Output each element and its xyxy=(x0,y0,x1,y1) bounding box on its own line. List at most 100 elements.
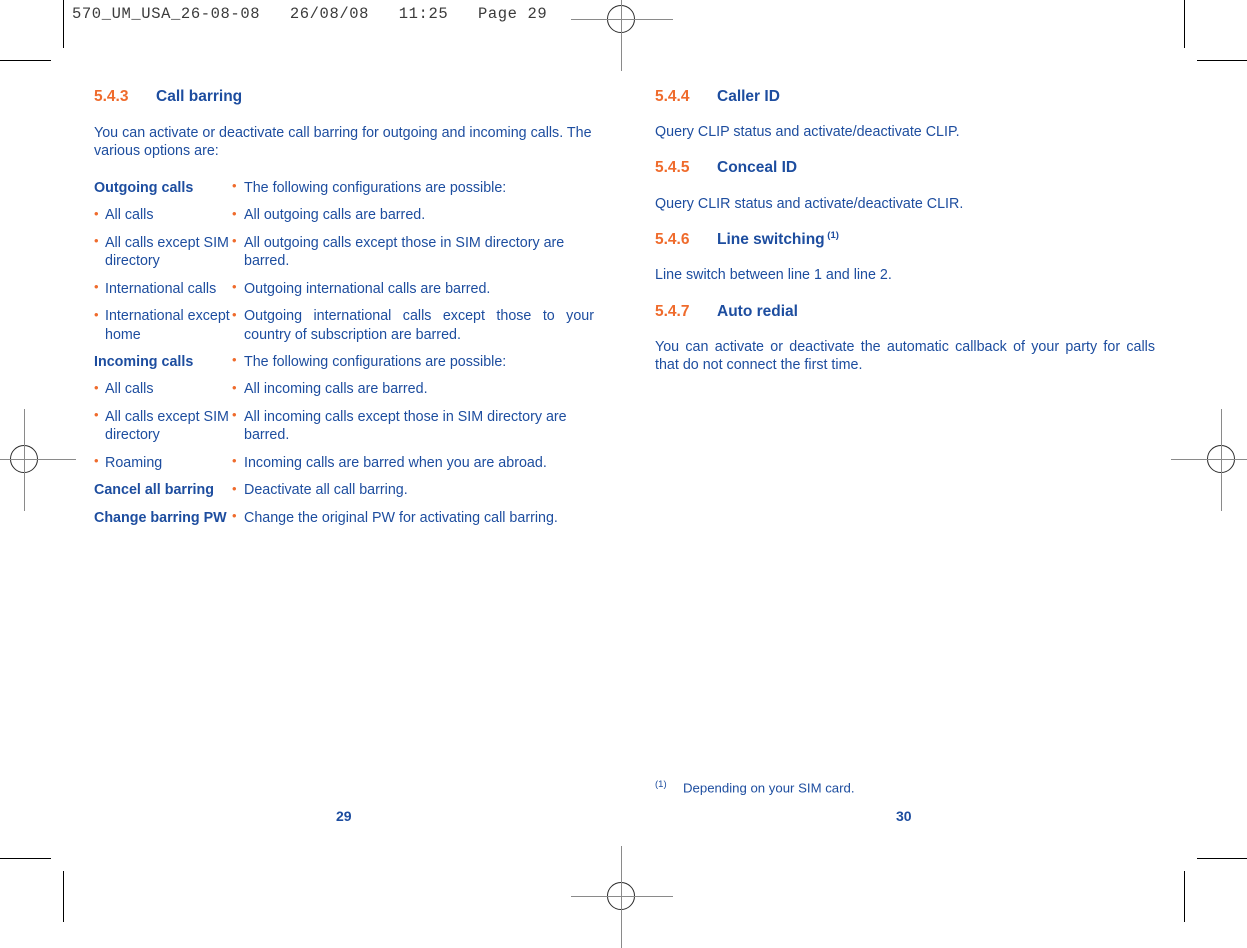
call-barring-intro: You can activate or deactivate call barr… xyxy=(94,125,592,160)
option-term-cell: All calls xyxy=(94,206,232,233)
section-body: Query CLIR status and activate/deactivat… xyxy=(655,195,964,212)
option-row: All calls except SIM directoryAll incomi… xyxy=(94,407,594,454)
section-title: Conceal ID xyxy=(717,159,798,177)
option-description-cell: All incoming calls except those in SIM d… xyxy=(232,407,594,454)
option-term: All calls except SIM directory xyxy=(94,233,232,271)
call-barring-options-body: Outgoing calls The following configuratio… xyxy=(94,178,594,536)
crop-mark-bottom-right-horizontal xyxy=(1197,858,1247,859)
crop-mark-top-left-vertical xyxy=(63,0,64,48)
registration-mark-top xyxy=(571,0,673,71)
option-description: All incoming calls except those in SIM d… xyxy=(232,407,594,445)
registration-mark-right xyxy=(1171,409,1247,511)
section-number: 5.4.7 xyxy=(655,302,690,320)
section-title: Line switching xyxy=(717,231,825,249)
option-term-cell: All calls xyxy=(94,380,232,407)
section-heading-5-4-4: 5.4.4 Caller ID xyxy=(655,88,1215,105)
registration-crosshair-vertical xyxy=(621,0,622,71)
option-term-cell: Cancel all barring xyxy=(94,481,232,508)
option-row: RoamingIncoming calls are barred when yo… xyxy=(94,453,594,481)
left-page: 5.4.3 Call barring You can activate or de… xyxy=(94,88,654,536)
option-description-cell: Deactivate all call barring. xyxy=(232,481,594,508)
option-term: Cancel all barring xyxy=(94,482,214,499)
option-term: Change barring PW xyxy=(94,509,227,526)
option-description: All incoming calls are barred. xyxy=(232,380,594,398)
option-description-cell: Outgoing international calls except thos… xyxy=(232,307,594,353)
option-term: International except home xyxy=(94,307,232,344)
section-number: 5.4.3 xyxy=(94,88,129,105)
option-term-cell: All calls except SIM directory xyxy=(94,407,232,454)
option-term: Incoming calls xyxy=(94,353,194,370)
option-description: Deactivate all call barring. xyxy=(232,481,594,499)
registration-crosshair-horizontal xyxy=(0,459,76,460)
section-heading-5-4-6: 5.4.6 Line switching (1) xyxy=(655,229,1215,249)
option-term: Roaming xyxy=(94,453,232,472)
option-row: International except homeOutgoing intern… xyxy=(94,307,594,353)
registration-mark-left xyxy=(0,409,76,511)
section-heading-5-4-5: 5.4.5 Conceal ID xyxy=(655,159,1215,176)
registration-crosshair-horizontal xyxy=(1171,459,1247,460)
section-body: You can activate or deactivate the autom… xyxy=(655,338,1155,374)
option-description-cell: Change the original PW for activating ca… xyxy=(232,508,594,536)
crop-mark-top-left-horizontal xyxy=(0,60,51,61)
option-description: Outgoing international calls except thos… xyxy=(232,307,594,344)
section-number: 5.4.6 xyxy=(655,231,690,249)
folio-left-page: 29 xyxy=(336,808,352,824)
option-term: Outgoing calls xyxy=(94,179,194,196)
section-heading-5-4-7: 5.4.7 Auto redial xyxy=(655,303,1215,320)
registration-crosshair-horizontal xyxy=(571,19,673,20)
section-number: 5.4.5 xyxy=(655,159,690,177)
printer-slug-line: 570_UM_USA_26-08-08 26/08/08 11:25 Page … xyxy=(72,5,548,23)
registration-crosshair-vertical xyxy=(1221,409,1222,511)
option-row: Incoming calls The following configuratio… xyxy=(94,352,594,380)
option-description-cell: All outgoing calls are barred. xyxy=(232,206,594,233)
option-row: Change barring PW Change the original PW … xyxy=(94,508,594,536)
footnote-text: Depending on your SIM card. xyxy=(683,780,855,796)
option-description: Outgoing international calls are barred. xyxy=(232,279,594,298)
section-number: 5.4.4 xyxy=(655,88,690,105)
option-row: All callsAll incoming calls are barred. xyxy=(94,380,594,407)
right-page: 5.4.4 Caller ID Query CLIP status and acti… xyxy=(655,88,1215,393)
crop-mark-bottom-left-vertical xyxy=(63,871,64,922)
option-description-cell: The following configurations are possibl… xyxy=(232,352,594,380)
section-title: Call barring xyxy=(156,88,243,105)
crop-mark-top-right-horizontal xyxy=(1197,60,1247,61)
option-term-cell: Change barring PW xyxy=(94,509,232,536)
option-term-cell: Incoming calls xyxy=(94,353,232,380)
option-row: All callsAll outgoing calls are barred. xyxy=(94,206,594,233)
section-body: Query CLIP status and activate/deactivat… xyxy=(655,124,960,141)
option-description: All outgoing calls are barred. xyxy=(232,206,594,224)
option-row: Outgoing calls The following configuratio… xyxy=(94,178,594,206)
option-term: International calls xyxy=(94,279,232,298)
registration-mark-bottom xyxy=(571,846,673,948)
option-term-cell: Roaming xyxy=(94,453,232,481)
option-description: Change the original PW for activating ca… xyxy=(232,508,594,527)
section-title: Auto redial xyxy=(717,302,798,320)
registration-crosshair-horizontal xyxy=(571,896,673,897)
option-term: All calls except SIM directory xyxy=(94,407,232,445)
folio-right-page: 30 xyxy=(896,808,912,824)
option-description-cell: Outgoing international calls are barred. xyxy=(232,279,594,307)
registration-crosshair-vertical xyxy=(24,409,25,511)
registration-crosshair-vertical xyxy=(621,846,622,948)
footnote-marker: (1) xyxy=(655,779,667,790)
option-description: All outgoing calls except those in SIM d… xyxy=(232,233,594,271)
option-description-cell: Incoming calls are barred when you are a… xyxy=(232,453,594,481)
option-description-cell: All incoming calls are barred. xyxy=(232,380,594,407)
option-description-cell: All outgoing calls except those in SIM d… xyxy=(232,233,594,280)
option-term-cell: All calls except SIM directory xyxy=(94,233,232,280)
option-term: All calls xyxy=(94,206,232,224)
option-term-cell: International calls xyxy=(94,279,232,307)
call-barring-options-table: Outgoing calls The following configuratio… xyxy=(94,178,594,536)
section-body: Line switch between line 1 and line 2. xyxy=(655,267,892,284)
footnote-sim-card: (1) Depending on your SIM card. xyxy=(655,779,1175,796)
option-row: All calls except SIM directoryAll outgoi… xyxy=(94,233,594,280)
option-term-cell: International except home xyxy=(94,307,232,353)
section-footnote-marker: (1) xyxy=(824,229,839,241)
option-description: The following configurations are possibl… xyxy=(232,352,594,371)
crop-mark-bottom-right-vertical xyxy=(1184,871,1185,922)
option-description: The following configurations are possibl… xyxy=(232,178,594,197)
right-page-sections: 5.4.4 Caller ID Query CLIP status and acti… xyxy=(655,88,1215,375)
option-row: International callsOutgoing internationa… xyxy=(94,279,594,307)
crop-mark-top-right-vertical xyxy=(1184,0,1185,48)
option-term: All calls xyxy=(94,380,232,398)
